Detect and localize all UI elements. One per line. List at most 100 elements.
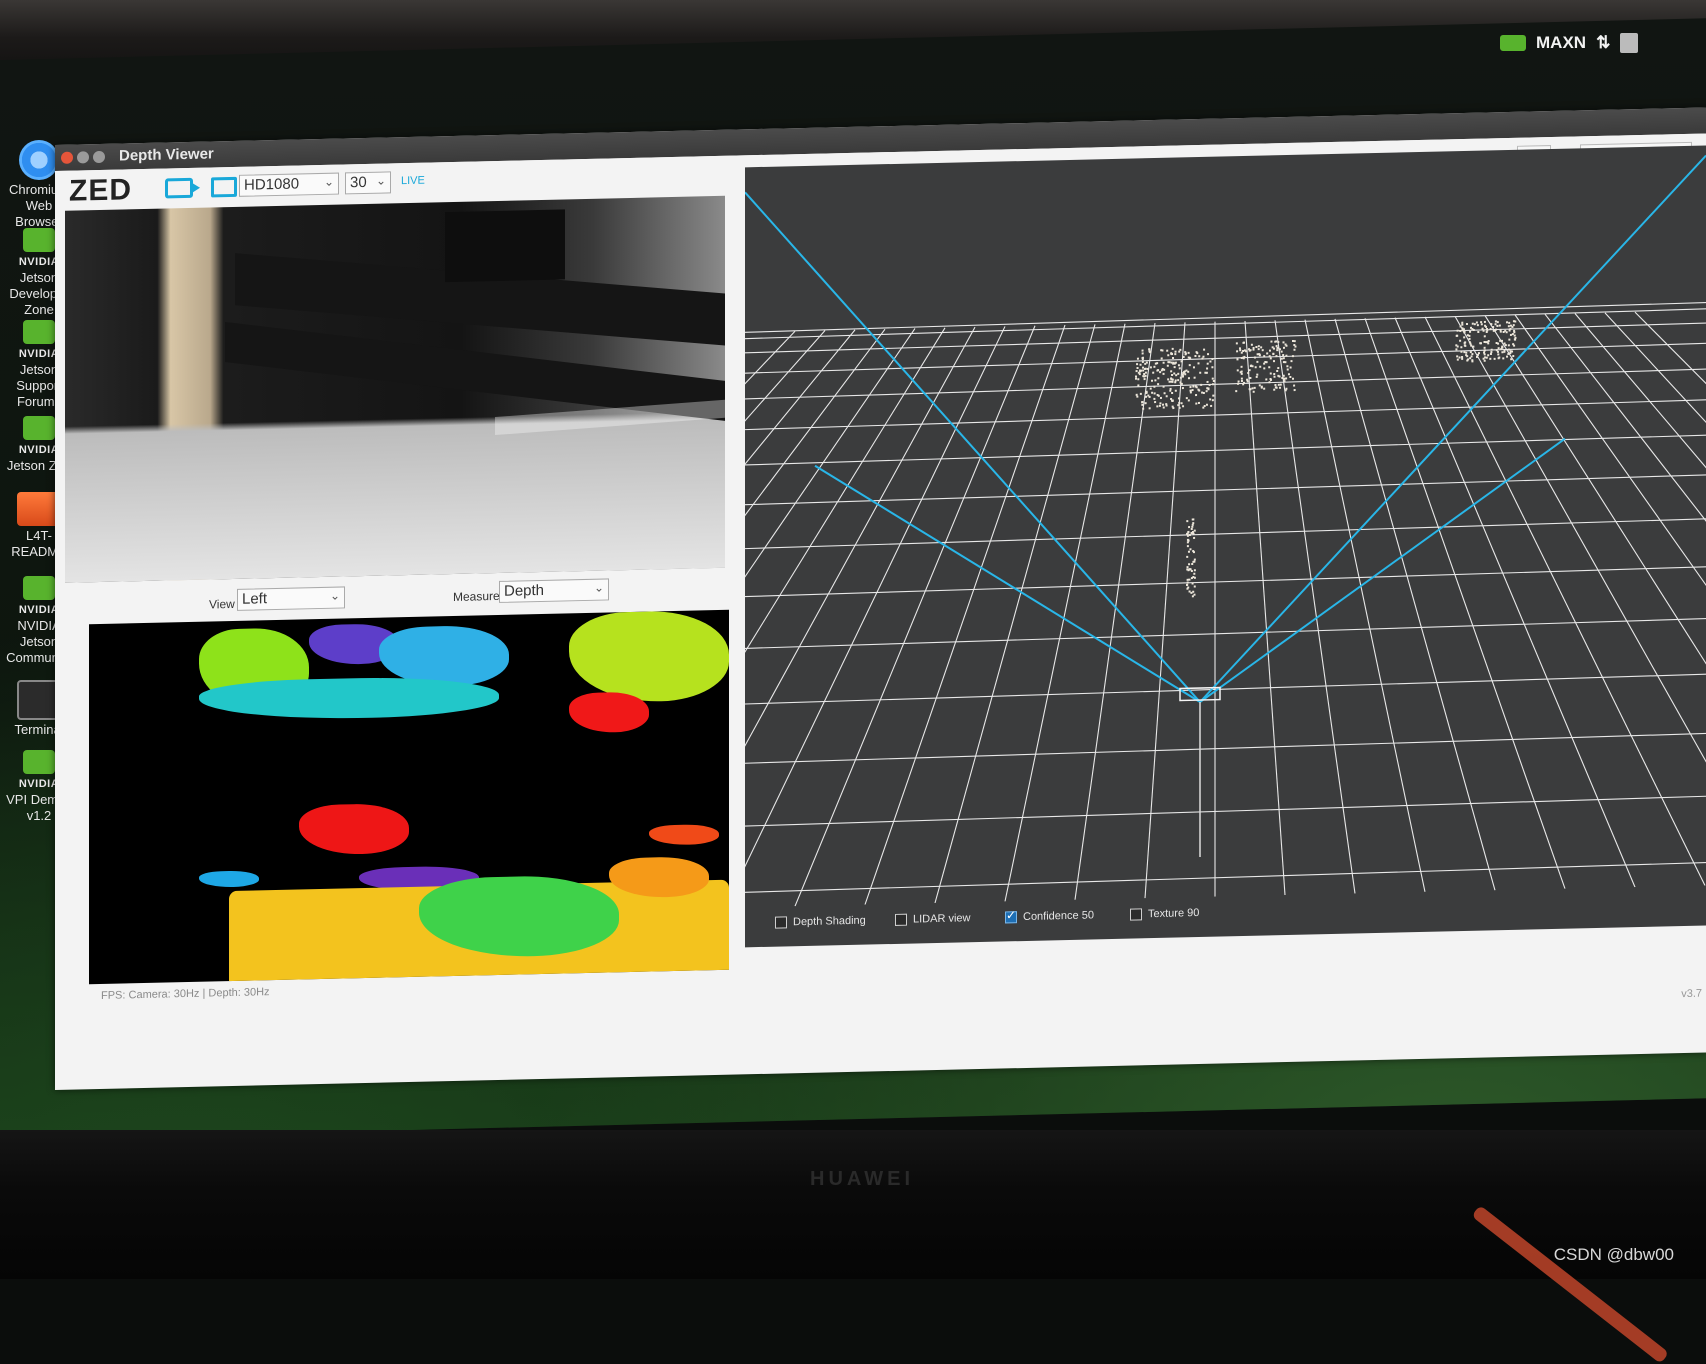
point-cloud-point [1497, 347, 1500, 350]
checkbox-icon[interactable] [1130, 908, 1142, 921]
point-cloud-point [1512, 324, 1515, 327]
point-cloud-point [1240, 372, 1243, 375]
grid-line [1394, 317, 1636, 888]
point-cloud-point [1141, 352, 1144, 355]
option-3[interactable]: Texture 90 [1130, 907, 1199, 921]
point-cloud-point [1180, 360, 1183, 363]
chromium-icon [19, 140, 59, 180]
point-cloud-point [1511, 325, 1514, 328]
minimize-window-button[interactable] [77, 151, 89, 164]
point-cloud-point [1137, 371, 1140, 374]
point-cloud-point [1193, 536, 1196, 539]
point-cloud-point [1497, 342, 1500, 345]
point-cloud-point [1209, 398, 1212, 401]
nvidia-icon [23, 576, 55, 600]
point-cloud-point [1285, 354, 1288, 357]
point-cloud-point [1483, 320, 1486, 323]
point-cloud-point [1211, 399, 1214, 402]
point-cloud-point [1471, 322, 1474, 325]
point-cloud-point [1482, 329, 1485, 332]
point-cloud-point [1508, 329, 1511, 332]
point-cloud-point [1279, 383, 1282, 386]
network-icon[interactable]: ⇅ [1596, 33, 1610, 53]
point-cloud-point [1277, 340, 1280, 343]
point-cloud-point [1185, 397, 1188, 400]
point-cloud-point [1286, 365, 1289, 368]
point-cloud-point [1278, 348, 1281, 351]
point-cloud-point [1252, 390, 1255, 393]
point-cloud-point [1142, 369, 1145, 372]
point-cloud-point [1190, 569, 1193, 573]
point-cloud-point [1167, 378, 1170, 381]
point-cloud-point [1191, 523, 1194, 526]
grid-line [1514, 314, 1706, 882]
point-cloud-point [1489, 328, 1492, 331]
point-cloud-point [1162, 403, 1165, 406]
point-cloud-point [1479, 342, 1482, 345]
point-cloud-point [1463, 336, 1466, 339]
point-cloud-point [1278, 375, 1281, 378]
point-cloud-point [1461, 323, 1464, 326]
grid-line [745, 518, 1706, 550]
point-cloud-point [1144, 402, 1147, 405]
point-cloud-point [1151, 391, 1154, 394]
keyboard-icon[interactable] [1620, 33, 1639, 53]
point-cloud-point [1203, 348, 1206, 351]
point-cloud-point [1169, 389, 1172, 392]
point-cloud-point [1193, 569, 1196, 572]
camera-icon[interactable] [165, 177, 193, 199]
close-window-button[interactable] [61, 151, 73, 164]
point-cloud-point [1179, 376, 1182, 379]
view-select[interactable]: Left ⌄ [237, 586, 345, 611]
checkbox-icon[interactable] [775, 916, 787, 929]
point-cloud-point [1172, 357, 1175, 360]
point-cloud-point [1473, 323, 1476, 326]
point-cloud-point [1168, 380, 1171, 383]
point-cloud-point [1463, 341, 1466, 344]
option-1[interactable]: LIDAR view [895, 912, 970, 926]
point-cloud-point [1502, 330, 1505, 334]
point-cloud-point [1193, 529, 1196, 532]
point-cloud-point [1193, 585, 1196, 588]
point-cloud-3d-view[interactable]: Depth Shading LIDAR view Confidence 50 Text… [745, 145, 1706, 948]
point-cloud-point [1162, 406, 1165, 409]
fps-select[interactable]: 30 ⌄ [345, 171, 391, 195]
point-cloud-point [1177, 364, 1180, 367]
point-cloud-point [1470, 355, 1473, 358]
chevron-down-icon: ⌄ [593, 580, 604, 595]
point-cloud-point [1252, 348, 1255, 351]
point-cloud-point [1275, 340, 1278, 343]
point-cloud-point [1148, 350, 1151, 353]
fps-value: 30 [350, 173, 367, 192]
grid-line [1604, 312, 1706, 877]
point-cloud-point [1202, 355, 1205, 358]
point-cloud-point [1511, 333, 1514, 336]
point-cloud-point [1156, 405, 1159, 408]
checkbox-icon[interactable] [1005, 911, 1017, 924]
point-cloud-point [1459, 339, 1462, 342]
point-cloud-point [1245, 350, 1248, 353]
checkbox-icon[interactable] [895, 913, 907, 926]
point-cloud-point [1256, 373, 1259, 376]
point-cloud-point [1282, 346, 1285, 349]
maximize-window-button[interactable] [93, 150, 105, 164]
point-cloud-point [1471, 353, 1474, 356]
option-2[interactable]: Confidence 50 [1005, 909, 1094, 924]
monitor-brand: HUAWEI [810, 1168, 914, 1190]
point-cloud-point [1481, 327, 1484, 330]
nvidia-power-icon[interactable] [1500, 35, 1526, 51]
point-cloud-point [1187, 399, 1190, 402]
point-cloud-point [1505, 331, 1508, 334]
point-cloud-point [1484, 324, 1487, 327]
point-cloud-point [1192, 551, 1195, 554]
resolution-select[interactable]: HD1080 ⌄ [239, 172, 339, 197]
point-cloud-point [1249, 376, 1252, 380]
folder-icon[interactable] [211, 176, 237, 198]
measure-select[interactable]: Depth ⌄ [499, 578, 609, 603]
view-value: Left [242, 590, 268, 608]
power-mode-label[interactable]: MAXN [1536, 33, 1586, 53]
option-0[interactable]: Depth Shading [775, 915, 866, 929]
point-cloud-point [1186, 587, 1189, 590]
point-cloud-point [1494, 320, 1497, 323]
option-label: Confidence 50 [1023, 909, 1094, 924]
